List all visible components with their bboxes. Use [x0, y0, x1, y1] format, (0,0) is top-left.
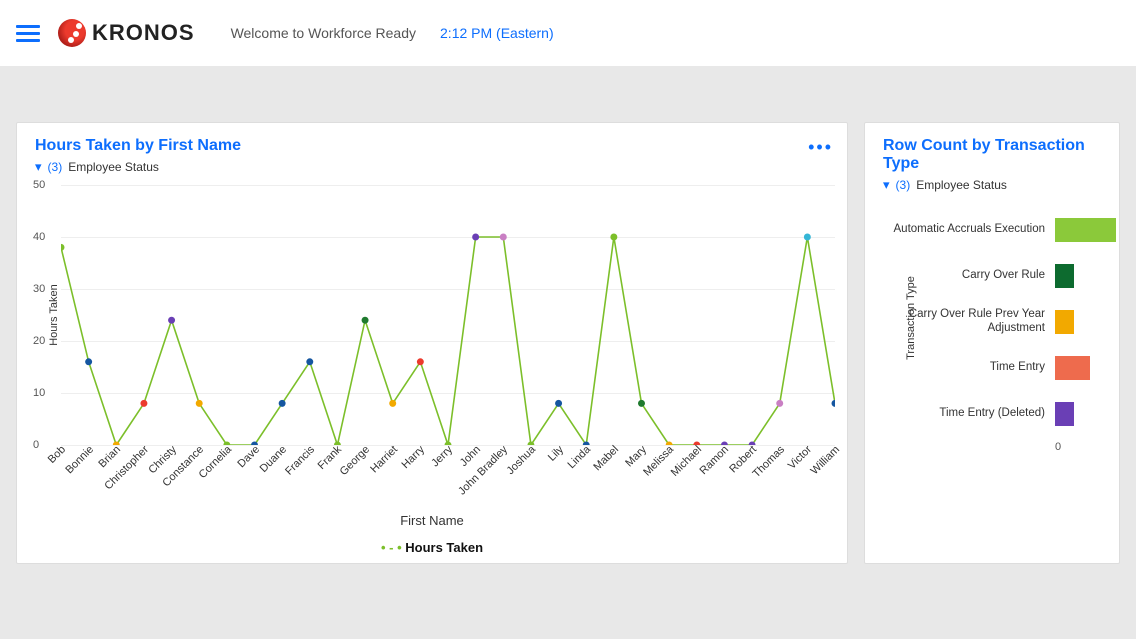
x-tick: Linda [566, 444, 594, 472]
bar-label: Carry Over Rule Prev Year Adjustment [865, 308, 1055, 336]
bar[interactable] [1055, 310, 1074, 334]
filter-label: Employee Status [916, 178, 1007, 192]
x-tick: Mabel [591, 444, 621, 474]
data-point[interactable] [417, 358, 424, 365]
panel-filter-row[interactable]: ▾ (3) Employee Status [17, 159, 847, 181]
dashboard-area: ••• Hours Taken by First Name ▾ (3) Empl… [0, 66, 1136, 580]
bar[interactable] [1055, 218, 1116, 242]
bar-label: Time Entry [865, 361, 1055, 375]
data-point[interactable] [610, 234, 617, 241]
welcome-text: Welcome to Workforce Ready [231, 25, 416, 41]
data-point[interactable] [306, 358, 313, 365]
y-tick: 0 [33, 439, 39, 451]
filter-icon: ▾ [883, 177, 890, 193]
brand-logo[interactable]: KRONOS [58, 19, 195, 47]
y-tick: 30 [33, 283, 45, 295]
panel-title: Row Count by Transaction Type [865, 123, 1119, 177]
bar-scale-zero: 0 [1055, 437, 1119, 453]
panel-title: Hours Taken by First Name [17, 123, 847, 159]
data-point[interactable] [500, 234, 507, 241]
bar-label: Time Entry (Deleted) [865, 407, 1055, 421]
top-bar: KRONOS Welcome to Workforce Ready 2:12 P… [0, 0, 1136, 66]
bar-label: Automatic Accruals Execution [865, 223, 1055, 237]
y-axis-label: Hours Taken [48, 284, 60, 346]
data-point[interactable] [638, 400, 645, 407]
brand-name: KRONOS [92, 20, 195, 46]
x-tick: Bonnie [63, 444, 96, 477]
bar-row: Carry Over Rule [865, 253, 1119, 299]
data-point[interactable] [832, 400, 835, 407]
x-tick: George [338, 444, 372, 478]
legend-marker: • - • [381, 540, 402, 555]
y-tick: 40 [33, 231, 45, 243]
panel-hours-taken: ••• Hours Taken by First Name ▾ (3) Empl… [16, 122, 848, 564]
panel-row-count: Row Count by Transaction Type ▾ (3) Empl… [864, 122, 1120, 564]
x-tick: William [809, 444, 843, 478]
data-point[interactable] [362, 317, 369, 324]
panel-filter-row[interactable]: ▾ (3) Employee Status [865, 177, 1119, 199]
data-point[interactable] [85, 358, 92, 365]
bar-row: Time Entry (Deleted) [865, 391, 1119, 437]
x-axis-label: First Name [17, 513, 847, 528]
x-tick: Harry [400, 444, 427, 471]
data-point[interactable] [140, 400, 147, 407]
y-axis-label: Transaction Type [905, 276, 917, 360]
filter-label: Employee Status [68, 160, 159, 174]
bar-chart: Transaction Type Automatic Accruals Exec… [865, 199, 1119, 437]
legend-label: Hours Taken [405, 540, 483, 555]
y-tick: 50 [33, 179, 45, 191]
x-tick: Joshua [504, 444, 538, 478]
data-point[interactable] [61, 244, 64, 251]
bar-row: Carry Over Rule Prev Year Adjustment [865, 299, 1119, 345]
data-point[interactable] [555, 400, 562, 407]
bar[interactable] [1055, 356, 1090, 380]
x-tick: Francis [283, 444, 317, 478]
bar[interactable] [1055, 402, 1074, 426]
y-tick: 10 [33, 387, 45, 399]
data-point[interactable] [279, 400, 286, 407]
y-tick: 20 [33, 335, 45, 347]
menu-icon[interactable] [16, 21, 40, 45]
x-tick: Lily [545, 444, 565, 464]
filter-count: (3) [48, 160, 63, 174]
data-point[interactable] [776, 400, 783, 407]
data-point[interactable] [804, 234, 811, 241]
data-point[interactable] [472, 234, 479, 241]
chart-legend: • - • Hours Taken [17, 540, 847, 555]
filter-count: (3) [896, 178, 911, 192]
panel-menu-button[interactable]: ••• [808, 137, 833, 158]
bar[interactable] [1055, 264, 1074, 288]
x-axis-categories: BobBonnieBrianChristopherChristyConstanc… [61, 445, 835, 511]
x-tick: Bob [46, 444, 68, 466]
x-tick: Harriet [368, 444, 400, 476]
filter-icon: ▾ [35, 159, 42, 175]
bar-label: Carry Over Rule [865, 269, 1055, 283]
clock-text[interactable]: 2:12 PM (Eastern) [440, 25, 554, 41]
bar-row: Time Entry [865, 345, 1119, 391]
brand-logo-icon [58, 19, 86, 47]
data-point[interactable] [389, 400, 396, 407]
line-chart: Hours Taken 01020304050 [61, 185, 835, 445]
data-point[interactable] [168, 317, 175, 324]
x-tick: Ramon [698, 444, 732, 478]
bar-row: Automatic Accruals Execution [865, 207, 1119, 253]
data-point[interactable] [196, 400, 203, 407]
x-tick: Jerry [429, 444, 455, 470]
